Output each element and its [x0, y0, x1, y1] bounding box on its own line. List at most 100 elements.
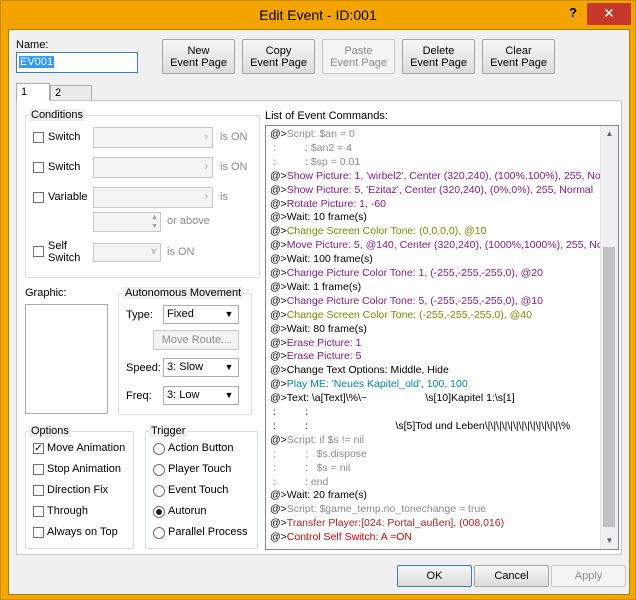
option-direction-fix-checkbox[interactable]	[33, 485, 44, 496]
condition-switch1-field[interactable]: ›	[93, 127, 213, 148]
condition-switch2-field[interactable]: ›	[93, 157, 213, 178]
event-command-line[interactable]: @>Wait: 1 frame(s)	[270, 281, 361, 295]
title-bar: Edit Event - ID:001 ? ✕	[1, 1, 635, 29]
scroll-down-icon[interactable]: ▼	[601, 533, 618, 549]
chevron-down-icon: ▼	[224, 362, 234, 372]
condition-or-above: or above	[167, 215, 210, 227]
close-button[interactable]: ✕	[587, 3, 631, 25]
option-move-animation-checkbox[interactable]: ✓	[33, 443, 44, 454]
condition-self-switch-combo[interactable]: ∨	[93, 243, 161, 262]
trigger-event-touch-radio[interactable]	[153, 485, 165, 497]
commands-scrollbar[interactable]: ▲ ▼	[600, 126, 618, 549]
trigger-title: Trigger	[149, 425, 188, 437]
type-label: Type:	[126, 309, 153, 321]
ok-button[interactable]: OK	[397, 565, 472, 587]
event-command-line[interactable]: @>Script: if $s != nil	[270, 434, 364, 448]
option-always-on-top-checkbox[interactable]	[33, 527, 44, 538]
window-title: Edit Event - ID:001	[259, 7, 377, 23]
type-combo[interactable]: Fixed ▼	[163, 305, 239, 324]
name-label: Name:	[16, 39, 49, 51]
event-command-line[interactable]: : : $sp = 0.01	[270, 156, 360, 170]
autonomous-movement-title: Autonomous Movement	[123, 287, 244, 299]
condition-variable-value[interactable]: ▲ ▼	[93, 212, 161, 232]
event-command-line[interactable]: @>Text: \a[Text]\%\~ \s[10]Kapitel 1:\s[…	[270, 392, 515, 406]
event-command-line[interactable]: @>Change Picture Color Tone: 5, (-255,-2…	[270, 295, 543, 309]
cancel-button[interactable]: Cancel	[474, 565, 549, 587]
event-command-line[interactable]: @>Wait: 80 frame(s)	[270, 323, 367, 337]
event-command-line[interactable]: : : $an2 = 4	[270, 142, 352, 156]
move-route-button[interactable]: Move Route...	[153, 330, 239, 350]
option-through-checkbox[interactable]	[33, 506, 44, 517]
event-command-line[interactable]: @>Wait: 20 frame(s)	[270, 489, 367, 503]
paste-event-page-button[interactable]: Paste Event Page	[322, 39, 395, 74]
type-value: Fixed	[167, 308, 194, 320]
event-command-line[interactable]: @>Script: $game_temp.no_tonechange = tru…	[270, 503, 486, 517]
event-command-line[interactable]: : : $s = nil	[270, 462, 350, 476]
event-command-line[interactable]: @>Change Screen Color Tone: (-255,-255,-…	[270, 309, 532, 323]
trigger-player-touch-label: Player Touch	[168, 463, 232, 475]
scrollbar-thumb[interactable]	[603, 247, 615, 527]
condition-switch1-checkbox[interactable]	[33, 132, 44, 143]
tab-page-2[interactable]: 2	[50, 85, 92, 100]
event-command-line[interactable]: @>Script: $an = 0	[270, 128, 355, 142]
paste-button-line1: Paste	[344, 44, 373, 57]
event-command-line[interactable]: : : end	[270, 476, 328, 490]
event-command-line[interactable]: : :	[270, 406, 308, 420]
chevron-right-icon: ›	[204, 131, 208, 142]
speed-label: Speed:	[126, 362, 161, 374]
event-command-line[interactable]: @>Show Picture: 5, 'Ezitaz', Center (320…	[270, 184, 593, 198]
trigger-autorun-radio[interactable]	[153, 506, 165, 518]
event-command-line[interactable]: : : $s.dispose	[270, 448, 367, 462]
clear-button-line2: Event Page	[490, 56, 547, 69]
event-command-line[interactable]: @>Show Picture: 1, 'wirbel2', Center (32…	[270, 170, 601, 184]
chevron-down-icon: ▼	[224, 309, 234, 319]
event-command-line[interactable]: @>Change Text Options: Middle, Hide	[270, 364, 449, 378]
trigger-player-touch-radio[interactable]	[153, 464, 165, 476]
trigger-action-button-radio[interactable]	[153, 443, 165, 455]
event-command-line[interactable]: : : \s[5]Tod und Leben\|\|\|\|\|\|\|\|\|…	[270, 420, 571, 434]
clear-event-page-button[interactable]: Clear Event Page	[482, 39, 555, 74]
event-command-line[interactable]: @>Control Self Switch: A =ON	[270, 531, 412, 545]
event-command-line[interactable]: @>Move Picture: 5, @140, Center (320,240…	[270, 239, 601, 253]
event-command-line[interactable]: @>Wait: 10 frame(s)	[270, 211, 367, 225]
trigger-parallel-process-radio[interactable]	[153, 527, 165, 539]
scroll-up-icon[interactable]: ▲	[601, 126, 618, 142]
chevron-down-icon: ∨	[150, 246, 157, 256]
option-always-on-top-label: Always on Top	[47, 526, 118, 538]
self-switch-line1: Self	[48, 240, 67, 252]
event-command-line[interactable]: @>Erase Picture: 5	[270, 350, 362, 364]
event-command-line[interactable]: @>Change Screen Color Tone: (0,0,0,0), @…	[270, 225, 486, 239]
condition-self-switch-checkbox[interactable]	[33, 246, 44, 257]
name-field[interactable]: EV001	[16, 52, 138, 73]
help-button[interactable]: ?	[563, 4, 583, 24]
freq-label: Freq:	[126, 390, 152, 402]
condition-switch2-label: Switch	[48, 161, 81, 173]
condition-variable-field[interactable]: ›	[93, 187, 213, 208]
event-command-line[interactable]: @>Erase Picture: 1	[270, 337, 362, 351]
event-command-line[interactable]: @>Change Picture Color Tone: 1, (-255,-2…	[270, 267, 543, 281]
dialog-body: Name: EV001 New Event Page Copy Event Pa…	[8, 29, 630, 595]
trigger-parallel-process-label: Parallel Process	[168, 526, 248, 538]
event-command-line[interactable]: @>Transfer Player:[024: Portal_außen], (…	[270, 517, 504, 531]
freq-combo[interactable]: 3: Low ▼	[163, 386, 239, 405]
option-stop-animation-checkbox[interactable]	[33, 464, 44, 475]
delete-event-page-button[interactable]: Delete Event Page	[402, 39, 475, 74]
new-event-page-button[interactable]: New Event Page	[162, 39, 235, 74]
graphic-preview[interactable]	[25, 304, 108, 414]
freq-value: 3: Low	[167, 389, 200, 401]
event-commands-list[interactable]: @>Script: $an = 0 : : $an2 = 4 : : $sp =…	[265, 125, 619, 550]
tab-page-1[interactable]: 1	[16, 83, 50, 101]
delete-button-line2: Event Page	[410, 56, 467, 69]
trigger-action-button-label: Action Button	[168, 442, 234, 454]
event-command-line[interactable]: @>Wait: 100 frame(s)	[270, 253, 373, 267]
copy-event-page-button[interactable]: Copy Event Page	[242, 39, 315, 74]
event-command-line[interactable]: @>Play ME: 'Neues Kapitel_old', 100, 100	[270, 378, 468, 392]
condition-variable-checkbox[interactable]	[33, 192, 44, 203]
condition-switch2-checkbox[interactable]	[33, 162, 44, 173]
conditions-title: Conditions	[29, 109, 85, 121]
apply-button[interactable]: Apply	[551, 565, 626, 587]
event-command-line[interactable]: @>Rotate Picture: 1, -60	[270, 198, 386, 212]
speed-combo[interactable]: 3: Slow ▼	[163, 358, 239, 377]
delete-button-line1: Delete	[422, 44, 455, 57]
new-button-line2: Event Page	[170, 56, 227, 69]
